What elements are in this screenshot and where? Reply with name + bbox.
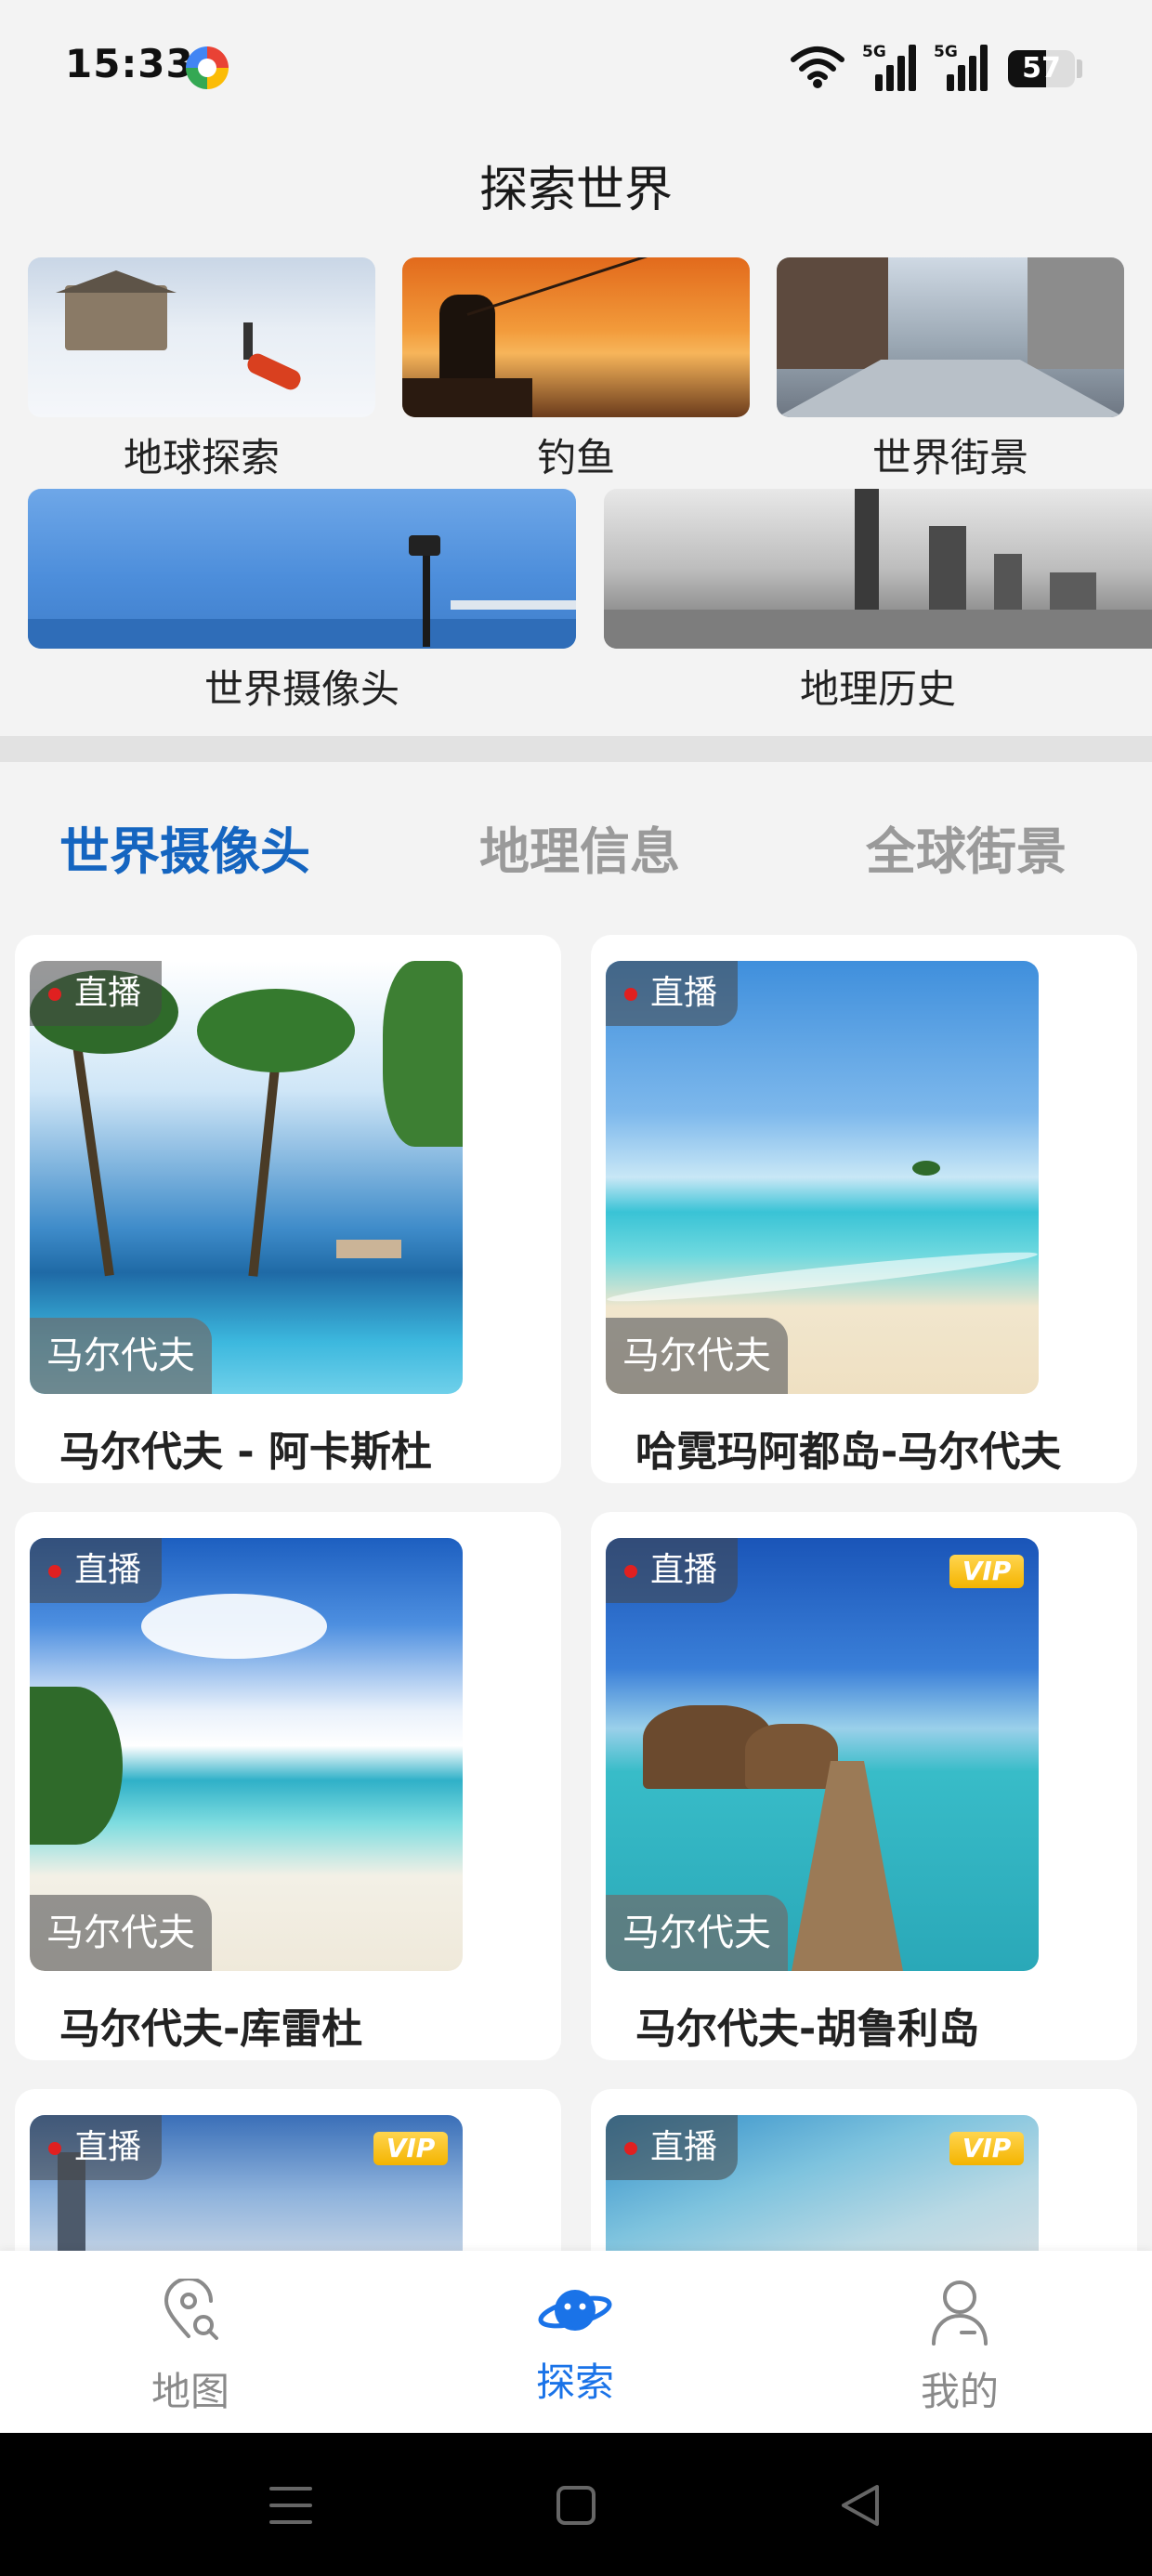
tab-global-street-view[interactable]: 全球街景 bbox=[866, 810, 1067, 884]
live-label: 直播 bbox=[74, 1551, 142, 1589]
camera-card[interactable]: 直播 马尔代夫 哈霓玛阿都岛-马尔代夫 bbox=[591, 935, 1137, 1483]
live-label: 直播 bbox=[650, 1551, 718, 1589]
sim1-network-label: 5G bbox=[862, 43, 886, 61]
camera-card[interactable]: 直播 马尔代夫 马尔代夫-库雷杜 bbox=[15, 1512, 561, 2060]
live-dot-icon bbox=[48, 1565, 61, 1578]
category-world-street-view[interactable]: 世界街景 bbox=[777, 257, 1124, 490]
live-label: 直播 bbox=[650, 2128, 718, 2166]
live-dot-icon bbox=[48, 2142, 61, 2155]
live-badge: 直播 bbox=[30, 2115, 163, 2180]
live-label: 直播 bbox=[650, 974, 718, 1012]
camera-card[interactable]: 直播 VIP bbox=[591, 2089, 1137, 2275]
map-pin-icon bbox=[164, 2279, 218, 2340]
category-geo-history[interactable]: 地理历史 bbox=[604, 489, 1152, 721]
app-notification-icon bbox=[186, 46, 229, 89]
page-title: 探索世界 bbox=[478, 163, 673, 218]
system-nav-bar bbox=[0, 2433, 1152, 2576]
vip-badge: VIP bbox=[949, 1555, 1024, 1588]
camera-thumbnail: 直播 马尔代夫 bbox=[30, 961, 463, 1394]
camera-title: 马尔代夫 - 阿卡斯杜 bbox=[59, 1428, 432, 1476]
nav-mine[interactable]: 我的 bbox=[867, 2251, 1053, 2433]
battery-tip bbox=[1077, 59, 1082, 78]
category-label: 世界摄像头 bbox=[203, 666, 399, 712]
category-thumbnail bbox=[604, 489, 1152, 649]
wifi-icon bbox=[791, 46, 844, 88]
camera-title: 马尔代夫-胡鲁利岛 bbox=[635, 2005, 980, 2053]
tab-geo-info[interactable]: 地理信息 bbox=[479, 810, 680, 884]
nav-label: 我的 bbox=[920, 2369, 999, 2414]
battery-icon: 57 bbox=[1008, 50, 1075, 87]
vip-badge: VIP bbox=[373, 2132, 448, 2165]
signal-icon-sim1: 5G bbox=[862, 43, 920, 91]
battery-level: 57 bbox=[1022, 52, 1061, 85]
vip-badge: VIP bbox=[949, 2132, 1024, 2165]
camera-card[interactable]: 直播 VIP 马尔代夫 马尔代夫-胡鲁利岛 bbox=[591, 1512, 1137, 2060]
nav-label: 地图 bbox=[151, 2369, 229, 2414]
live-dot-icon bbox=[624, 1565, 637, 1578]
bottom-nav: 地图 探索 我的 bbox=[0, 2251, 1152, 2433]
user-icon bbox=[932, 2280, 988, 2346]
live-dot-icon bbox=[624, 2142, 637, 2155]
category-label: 地理历史 bbox=[799, 666, 956, 712]
category-thumbnail bbox=[28, 257, 375, 417]
camera-title: 哈霓玛阿都岛-马尔代夫 bbox=[635, 1428, 1062, 1476]
category-fishing[interactable]: 钓鱼 bbox=[402, 257, 750, 490]
camera-thumbnail: 直播 VIP 马尔代夫 bbox=[606, 1538, 1039, 1971]
tab-world-camera[interactable]: 世界摄像头 bbox=[59, 810, 310, 884]
category-earth-explore[interactable]: 地球探索 bbox=[28, 257, 375, 490]
section-divider bbox=[0, 736, 1152, 762]
signal-icon-sim2: 5G bbox=[934, 43, 991, 91]
live-badge: 直播 bbox=[30, 1538, 163, 1603]
category-label: 世界街景 bbox=[871, 435, 1028, 480]
category-thumbnail bbox=[402, 257, 750, 417]
location-tag: 马尔代夫 bbox=[606, 1895, 788, 1971]
camera-card[interactable]: 直播 VIP bbox=[15, 2089, 561, 2275]
live-dot-icon bbox=[624, 988, 637, 1001]
location-tag: 马尔代夫 bbox=[30, 1895, 212, 1971]
camera-thumbnail: 直播 马尔代夫 bbox=[30, 1538, 463, 1971]
live-label: 直播 bbox=[74, 2128, 142, 2166]
nav-explore[interactable]: 探索 bbox=[482, 2251, 668, 2433]
category-label: 钓鱼 bbox=[536, 435, 615, 480]
sim2-network-label: 5G bbox=[934, 43, 958, 61]
nav-label: 探索 bbox=[535, 2359, 614, 2405]
live-badge: 直播 bbox=[30, 961, 163, 1026]
category-world-camera[interactable]: 世界摄像头 bbox=[28, 489, 576, 721]
location-tag: 马尔代夫 bbox=[30, 1318, 212, 1394]
live-badge: 直播 bbox=[606, 1538, 739, 1603]
live-badge: 直播 bbox=[606, 2115, 739, 2180]
live-badge: 直播 bbox=[606, 961, 739, 1026]
nav-map[interactable]: 地图 bbox=[98, 2251, 283, 2433]
planet-icon bbox=[538, 2290, 612, 2331]
home-icon[interactable] bbox=[556, 2485, 596, 2526]
category-thumbnail bbox=[777, 257, 1124, 417]
live-dot-icon bbox=[48, 988, 61, 1001]
category-thumbnail bbox=[28, 489, 576, 649]
camera-thumbnail: 直播 马尔代夫 bbox=[606, 961, 1039, 1394]
location-tag: 马尔代夫 bbox=[606, 1318, 788, 1394]
category-label: 地球探索 bbox=[123, 435, 280, 480]
live-label: 直播 bbox=[74, 974, 142, 1012]
status-time: 15:33 bbox=[65, 41, 194, 86]
menu-icon[interactable] bbox=[269, 2485, 312, 2526]
camera-card[interactable]: 直播 马尔代夫 马尔代夫 - 阿卡斯杜 bbox=[15, 935, 561, 1483]
camera-title: 马尔代夫-库雷杜 bbox=[59, 2005, 363, 2053]
status-bar: 15:33 5G 5G 57 bbox=[0, 0, 1152, 135]
back-icon[interactable] bbox=[838, 2483, 881, 2528]
